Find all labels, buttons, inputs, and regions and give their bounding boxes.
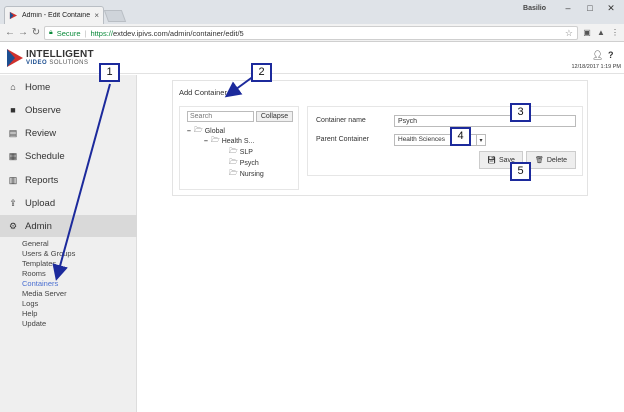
browser-tab[interactable]: Admin - Edit Container ×	[4, 6, 104, 24]
tab-close-icon[interactable]: ×	[94, 11, 99, 20]
bookmark-star-icon[interactable]: ☆	[565, 28, 573, 39]
app-favicon-icon	[9, 11, 18, 20]
sidebar-item-label: Schedule	[25, 150, 65, 162]
film-icon: ▤	[8, 127, 18, 138]
reload-icon[interactable]: ↻	[30, 27, 42, 39]
container-name-input[interactable]	[394, 115, 576, 127]
secure-label: Secure	[56, 28, 81, 38]
logo-text-intelligent: INTELLIGENT	[26, 49, 94, 60]
sidebar-item-label: Admin	[25, 220, 52, 232]
tree-node-psych[interactable]: 🗁︎ Psych	[229, 158, 259, 169]
submenu-logs[interactable]: Logs	[22, 299, 75, 309]
collapse-toggle-icon[interactable]: –	[204, 138, 209, 145]
sidebar-item-label: Review	[25, 127, 57, 139]
submenu-media-server[interactable]: Media Server	[22, 289, 75, 299]
delete-button[interactable]: 🗑︎ Delete	[526, 151, 576, 169]
folder-open-icon: 🗁︎	[229, 159, 238, 166]
sidebar-item-upload[interactable]: ⇪ Upload	[0, 192, 137, 214]
callout-2: 2	[251, 63, 272, 82]
sidebar-item-observe[interactable]: ■ Observe	[0, 99, 137, 121]
user-icon[interactable]: 👤︎	[592, 50, 603, 61]
sidebar-item-review[interactable]: ▤ Review	[0, 122, 137, 144]
floppy-disk-icon: 💾︎	[487, 157, 496, 164]
app-header: INTELLIGENT VIDEO SOLUTIONS 👤︎ ? 12/18/2…	[0, 42, 624, 74]
container-tree-panel: Collapse – 🗁︎ Global – 🗁︎ Health S... 🗁︎…	[179, 106, 299, 190]
browser-toolbar: ← → ↻ 🔒︎ Secure | https://extdev.ipivs.c…	[0, 24, 624, 42]
sidebar-item-schedule[interactable]: ▦ Schedule	[0, 145, 137, 167]
minimize-button[interactable]: –	[558, 3, 578, 13]
sidebar-item-admin[interactable]: ⚙ Admin	[0, 215, 137, 237]
close-window-button[interactable]: ✕	[601, 3, 621, 14]
window-user-name: Basilio	[523, 5, 546, 12]
tree-node-nursing[interactable]: 🗁︎ Nursing	[229, 169, 264, 180]
callout-4: 4	[450, 127, 471, 146]
submenu-help[interactable]: Help	[22, 309, 75, 319]
home-icon: ⌂	[10, 82, 16, 92]
url-separator: |	[84, 28, 87, 38]
submenu-rooms[interactable]: Rooms	[22, 269, 75, 279]
collapse-button[interactable]: Collapse	[256, 111, 293, 122]
sidebar-item-label: Upload	[25, 197, 56, 209]
submenu-users-groups[interactable]: Users & Groups	[22, 249, 75, 259]
tree-search-input[interactable]	[187, 111, 254, 122]
folder-open-icon: 🗁︎	[229, 148, 238, 155]
sidebar: ⌂ Home ■ Observe ▤ Review ▦ Schedule ▥ R…	[0, 75, 137, 412]
sidebar-item-reports[interactable]: ▥ Reports	[0, 169, 137, 191]
logo-text-video-solutions: VIDEO SOLUTIONS	[26, 60, 89, 66]
bar-chart-icon: ▥	[8, 174, 18, 185]
callout-3: 3	[510, 103, 531, 122]
admin-submenu: General Users & Groups Templates Rooms C…	[22, 239, 75, 329]
callout-5: 5	[510, 162, 531, 181]
tree-node-health[interactable]: – 🗁︎ Health S...	[204, 136, 254, 147]
sidebar-item-label: Reports	[25, 174, 59, 186]
cast-extension-icon[interactable]: ▣	[582, 28, 592, 38]
upload-icon: ⇪	[9, 197, 17, 208]
submenu-templates[interactable]: Templates	[22, 259, 75, 269]
submenu-general[interactable]: General	[22, 239, 75, 249]
drive-extension-icon[interactable]: ▲	[596, 28, 606, 38]
address-bar[interactable]: 🔒︎ Secure | https://extdev.ipivs.com/adm…	[44, 26, 578, 40]
browser-tabbar: Admin - Edit Container × Basilio – □ ✕	[0, 0, 624, 24]
gear-icon: ⚙	[8, 220, 18, 231]
folder-open-icon: 🗁︎	[194, 127, 203, 134]
calendar-icon: ▦	[8, 150, 18, 161]
new-tab-button[interactable]	[103, 10, 127, 22]
folder-open-icon: 🗁︎	[229, 170, 238, 177]
caret-down-icon[interactable]: ▾	[476, 134, 486, 146]
ivs-logo-icon	[7, 49, 23, 67]
tree-node-slp[interactable]: 🗁︎ SLP	[229, 147, 253, 158]
submenu-update[interactable]: Update	[22, 319, 75, 329]
folder-open-icon: 🗁︎	[211, 137, 220, 144]
help-icon[interactable]: ?	[608, 50, 614, 60]
collapse-toggle-icon[interactable]: –	[187, 128, 192, 135]
trash-icon: 🗑︎	[534, 157, 544, 164]
container-form-panel: Container name Parent Container Health S…	[307, 106, 583, 176]
browser-menu-icon[interactable]: ⋮	[610, 28, 620, 38]
sidebar-item-label: Home	[25, 81, 51, 93]
callout-1: 1	[99, 63, 120, 82]
submenu-containers[interactable]: Containers	[22, 279, 75, 289]
url-text: https://extdev.ipivs.com/admin/container…	[90, 28, 244, 38]
forward-arrow-icon[interactable]: →	[17, 27, 29, 39]
lock-icon: 🔒︎	[49, 29, 53, 36]
sidebar-item-label: Observe	[25, 104, 61, 116]
header-datetime: 12/18/2017 1:19 PM	[571, 64, 621, 70]
video-camera-icon: ■	[10, 105, 16, 115]
tab-title: Admin - Edit Container	[22, 12, 91, 19]
maximize-button[interactable]: □	[580, 3, 600, 13]
parent-container-label: Parent Container	[316, 136, 369, 143]
back-arrow-icon[interactable]: ←	[4, 27, 16, 39]
container-name-label: Container name	[316, 117, 366, 124]
add-container-link[interactable]: Add Container	[179, 88, 227, 97]
